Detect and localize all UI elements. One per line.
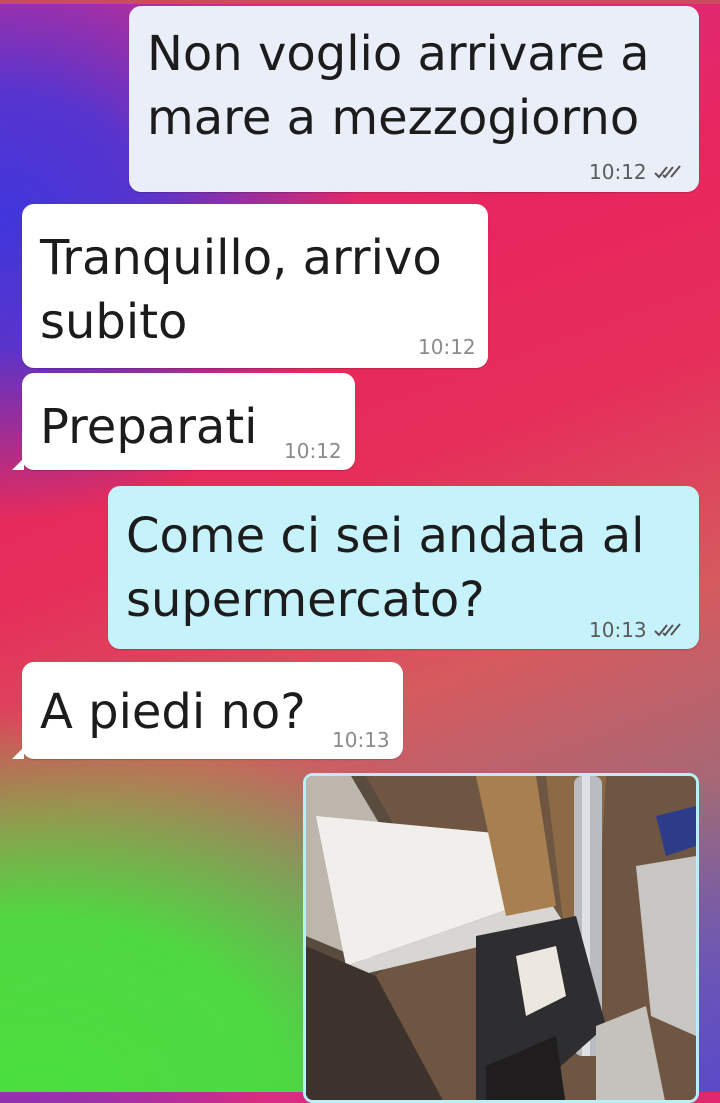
bubble-tail xyxy=(12,747,24,759)
message-bubble-incoming[interactable]: Preparati 10:12 xyxy=(12,373,355,470)
message-bubble-incoming[interactable]: Tranquillo, arrivo subito 10:12 xyxy=(22,204,488,368)
double-check-icon xyxy=(654,165,681,179)
message-time: 10:12 xyxy=(418,335,476,359)
message-text: Non voglio arrivare a mare a mezzogiorno xyxy=(147,26,650,146)
message-bubble-outgoing[interactable]: Come ci sei andata al supermercato? 10:1… xyxy=(108,486,699,649)
message-text: Come ci sei andata al supermercato? xyxy=(126,508,645,628)
top-edge xyxy=(0,0,720,4)
message-bubble-incoming[interactable]: A piedi no? 10:13 xyxy=(12,662,403,759)
message-time: 10:13 xyxy=(332,728,390,752)
image-message[interactable] xyxy=(303,773,699,1103)
message-text: A piedi no? xyxy=(40,684,306,740)
message-bubble-outgoing[interactable]: Non voglio arrivare a mare a mezzogiorno… xyxy=(129,6,699,192)
bubble-tail xyxy=(12,458,24,470)
message-time: 10:13 xyxy=(589,618,647,642)
double-check-icon xyxy=(654,623,681,637)
message-text: Tranquillo, arrivo subito xyxy=(40,230,442,350)
message-time: 10:12 xyxy=(284,439,342,463)
message-time: 10:12 xyxy=(589,160,647,184)
message-text: Preparati xyxy=(40,399,258,455)
photo-thumbnail xyxy=(306,776,696,1100)
